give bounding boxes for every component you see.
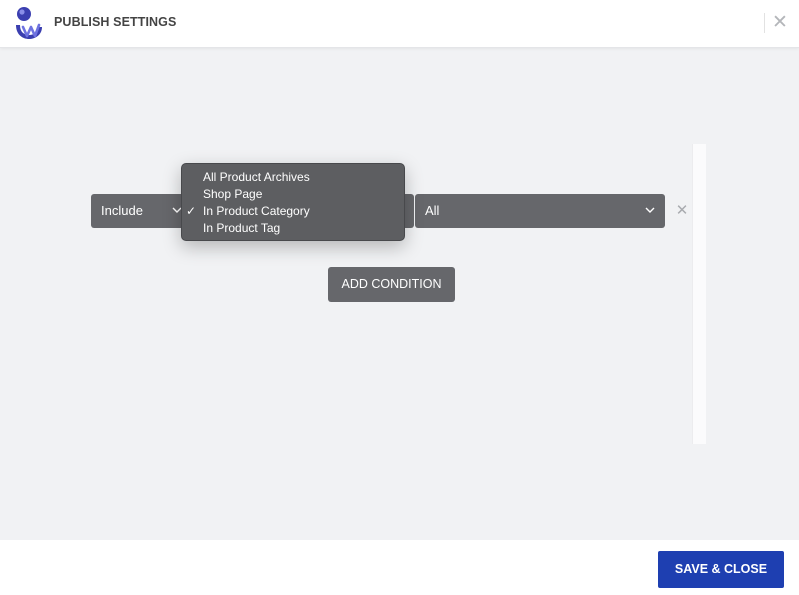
- brand-logo-icon: [16, 7, 42, 39]
- include-select[interactable]: Include: [91, 194, 191, 228]
- save-close-button[interactable]: SAVE & CLOSE: [658, 551, 784, 588]
- dropdown-option-selected[interactable]: ✓ In Product Category: [182, 203, 404, 220]
- dropdown-option[interactable]: In Product Tag: [182, 220, 404, 237]
- condition-type-dropdown-menu: All Product Archives Shop Page ✓ In Prod…: [181, 163, 405, 241]
- target-select[interactable]: All: [415, 194, 665, 228]
- modal-header: PUBLISH SETTINGS ✕: [0, 0, 799, 48]
- option-label: In Product Tag: [203, 221, 281, 235]
- modal-title: PUBLISH SETTINGS: [54, 15, 177, 29]
- scrollbar[interactable]: [692, 144, 706, 444]
- dropdown-option[interactable]: All Product Archives: [182, 169, 404, 186]
- header-divider: [764, 13, 765, 33]
- remove-condition-icon[interactable]: ✕: [674, 202, 690, 220]
- include-select-value: Include: [101, 203, 143, 218]
- chevron-down-icon: [645, 207, 655, 213]
- checkmark-icon: ✓: [186, 204, 197, 218]
- dropdown-option[interactable]: Shop Page: [182, 186, 404, 203]
- option-label: Shop Page: [203, 187, 263, 201]
- modal-footer: SAVE & CLOSE: [0, 540, 799, 595]
- close-icon[interactable]: ✕: [771, 12, 789, 34]
- option-label: All Product Archives: [203, 170, 310, 184]
- conditions-panel: Include All ✕ ADD CONDITION: [0, 48, 799, 540]
- option-label: In Product Category: [203, 204, 310, 218]
- target-select-value: All: [425, 203, 440, 218]
- add-condition-button[interactable]: ADD CONDITION: [328, 267, 455, 302]
